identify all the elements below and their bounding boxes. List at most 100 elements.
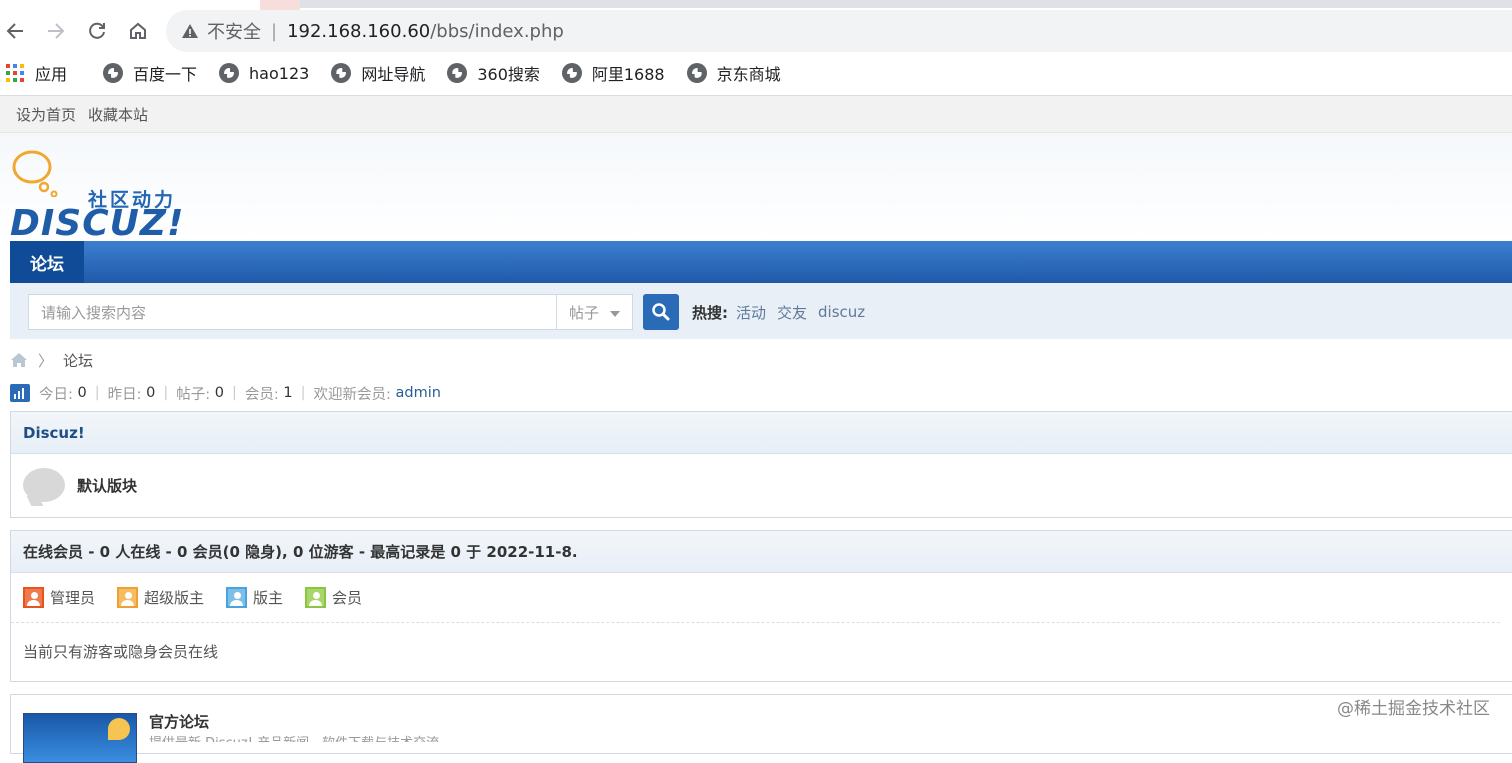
stats-yesterday: 0: [146, 385, 156, 401]
search-bar: 请输入搜索内容 帖子 热搜: 活动 交友 discuz: [10, 283, 1512, 339]
search-input[interactable]: 请输入搜索内容: [28, 294, 556, 330]
hot-label: 热搜:: [692, 303, 728, 322]
site-header: 社区动力 DISCUZ!: [0, 133, 1512, 244]
hot-term-link[interactable]: discuz: [818, 303, 865, 321]
forum-name-link[interactable]: 默认版块: [77, 475, 137, 496]
address-bar[interactable]: 不安全 | 192.168.160.60/bbs/index.php: [166, 10, 1512, 52]
online-note: 当前只有游客或隐身会员在线: [23, 642, 219, 661]
bookmark-nav-sites[interactable]: 网址导航: [331, 61, 425, 85]
home-button[interactable]: [123, 16, 153, 46]
bar-chart-icon: [10, 384, 30, 402]
bookmark-label: 百度一下: [133, 65, 198, 84]
stats-divider: |: [231, 385, 237, 401]
hot-term-link[interactable]: 活动: [736, 302, 766, 323]
bookmark-label: 应用: [35, 65, 68, 84]
bookmark-360-search[interactable]: 360搜索: [447, 61, 540, 85]
insecure-label: 不安全: [207, 22, 261, 43]
bookmark-label: 360搜索: [477, 65, 540, 84]
warning-icon: [182, 24, 198, 38]
home-icon: [130, 22, 146, 39]
stats-welcome-label: 欢迎新会员:: [313, 386, 391, 403]
member-legend: 管理员 超级版主 版主 会员: [11, 573, 1500, 623]
partner-box: 官方论坛 提供最新 Discuz! 产品新闻、软件下载与技术交流: [10, 694, 1512, 763]
stats-yesterday-label: 昨日:: [107, 386, 142, 403]
online-summary[interactable]: 在线会员 - 0 人在线 - 0 会员(0 隐身), 0 位游客 - 最高记录是…: [11, 531, 1512, 573]
globe-icon: [219, 63, 240, 83]
bookmark-label: hao123: [249, 63, 310, 83]
apps-grid-icon: [6, 64, 24, 82]
legend-label: 会员: [332, 589, 363, 607]
bookmark-apps[interactable]: 应用: [6, 61, 67, 85]
search-icon: [652, 303, 670, 321]
forum-stats: 今日: 0 | 昨日: 0 | 帖子: 0 | 会员: 1 | 欢迎新会员: a…: [10, 382, 441, 404]
bookmark-label: 阿里1688: [591, 65, 665, 84]
forward-button[interactable]: [41, 16, 71, 46]
caret-down-icon: [610, 311, 620, 317]
main-navbar: 论坛: [10, 241, 1512, 283]
legend-label: 管理员: [50, 589, 96, 607]
forum-category-box: Discuz! 默认版块: [10, 411, 1512, 518]
bookmark-baidu[interactable]: 百度一下: [103, 61, 197, 85]
bookmark-hao123[interactable]: hao123: [219, 63, 309, 83]
tab-strip: [300, 0, 1512, 8]
address-separator: |: [271, 20, 278, 42]
reload-button[interactable]: [82, 16, 112, 46]
breadcrumb: 〉 论坛: [10, 349, 93, 371]
search-type-value: 帖子: [569, 303, 600, 322]
site-topbar: 设为首页 收藏本站: [0, 96, 1512, 133]
back-button[interactable]: [0, 16, 30, 46]
stats-posts-label: 帖子:: [176, 386, 211, 403]
back-arrow-icon: [6, 23, 23, 39]
bookmark-1688[interactable]: 阿里1688: [561, 61, 665, 85]
globe-icon: [447, 63, 468, 83]
newest-member-link[interactable]: admin: [396, 385, 441, 401]
globe-icon: [103, 63, 124, 83]
breadcrumb-current: 论坛: [63, 351, 94, 370]
stats-members: 1: [283, 385, 293, 401]
legend-member: 会员: [305, 587, 362, 608]
bookmark-label: 网址导航: [361, 65, 426, 84]
browser-toolbar: 不安全 | 192.168.160.60/bbs/index.php 应用 百度…: [0, 0, 1512, 96]
watermark: @稀土掘金技术社区: [1337, 699, 1490, 719]
bookmark-jd[interactable]: 京东商城: [686, 61, 781, 85]
forum-row: 默认版块: [11, 454, 1512, 516]
speech-bubble-logo-icon: [12, 150, 58, 197]
reload-icon: [89, 22, 105, 39]
discuz-logo[interactable]: 社区动力 DISCUZ!: [8, 145, 183, 244]
partner-logo-image[interactable]: [23, 713, 137, 763]
hot-term-link[interactable]: 交友: [777, 302, 807, 323]
legend-label: 版主: [253, 589, 284, 607]
globe-icon: [331, 63, 352, 83]
stats-today-label: 今日:: [39, 386, 73, 403]
online-members-box: 在线会员 - 0 人在线 - 0 会员(0 隐身), 0 位游客 - 最高记录是…: [10, 530, 1512, 682]
globe-icon: [686, 63, 707, 83]
url-path: /bbs/index.php: [430, 20, 564, 42]
partner-description: 提供最新 Discuz! 产品新闻、软件下载与技术交流: [149, 732, 509, 742]
logo-wordmark: DISCUZ!: [10, 203, 185, 244]
admin-user-icon: [23, 587, 44, 608]
bookmark-label: 京东商城: [716, 65, 781, 84]
search-button[interactable]: [643, 294, 679, 330]
stats-today: 0: [77, 385, 87, 401]
stats-posts: 0: [214, 385, 224, 401]
stats-divider: |: [300, 385, 306, 401]
bookmarks-bar: 应用 百度一下 hao123 网址导航 360搜索 阿里1688 京东商城: [0, 58, 1512, 88]
bookmark-site-link[interactable]: 收藏本站: [88, 104, 148, 125]
search-type-select[interactable]: 帖子: [556, 294, 633, 330]
partner-title-link[interactable]: 官方论坛: [149, 711, 209, 732]
moderator-user-icon: [226, 587, 248, 608]
legend-label: 超级版主: [144, 589, 205, 607]
set-home-link[interactable]: 设为首页: [16, 104, 76, 125]
stats-divider: |: [94, 385, 100, 401]
super-moderator-user-icon: [117, 587, 139, 608]
member-user-icon: [305, 587, 327, 608]
nav-tab-forum[interactable]: 论坛: [10, 241, 84, 283]
stats-divider: |: [163, 385, 169, 401]
url-host: 192.168.160.60: [287, 20, 431, 42]
home-icon[interactable]: [10, 352, 28, 368]
stats-members-label: 会员:: [244, 386, 279, 403]
category-title[interactable]: Discuz!: [11, 412, 1512, 454]
online-summary-text: 在线会员 - 0 人在线 - 0 会员(0 隐身), 0 位游客 - 最高记录是…: [23, 543, 578, 561]
legend-super-moderator: 超级版主: [117, 587, 204, 608]
breadcrumb-separator: 〉: [38, 351, 54, 370]
